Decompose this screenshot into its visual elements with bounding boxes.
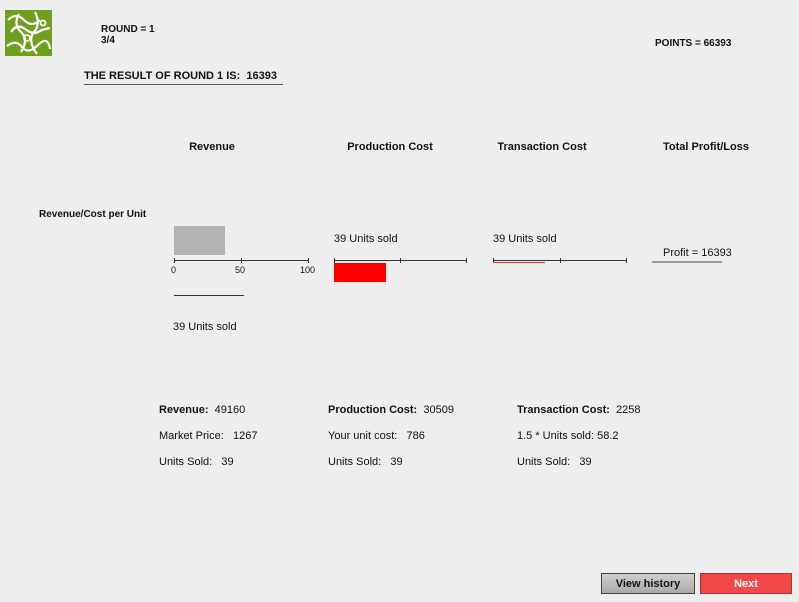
puzzle-logo-icon [5, 10, 52, 56]
summary-formula: 1.5 * Units sold: 58.2 [517, 430, 619, 442]
row-label-revenue-cost: Revenue/Cost per Unit [39, 209, 147, 220]
production-cost-bar [334, 263, 386, 282]
summary-production-units-label: Units Sold: [328, 456, 382, 468]
next-button[interactable]: Next [700, 573, 792, 594]
column-header-revenue: Revenue [189, 141, 235, 153]
transaction-units-sold-label: 39 Units sold [493, 233, 557, 245]
result-value: 16393 [246, 70, 277, 82]
profit-line [652, 261, 722, 263]
summary-unit-cost-label: Your unit cost: [328, 430, 398, 442]
app-logo [5, 10, 52, 56]
profit-label: Profit = 16393 [663, 247, 732, 259]
column-header-transaction-cost: Transaction Cost [497, 141, 587, 153]
production-axis-tick [400, 258, 401, 263]
result-title-text: THE RESULT OF ROUND 1 IS: [84, 70, 241, 82]
result-title: THE RESULT OF ROUND 1 IS: 16393 [84, 70, 283, 85]
summary-formula-label: 1.5 * Units sold: [517, 430, 595, 442]
summary-market-price-label: Market Price: [159, 430, 224, 442]
revenue-tick-label: 0 [171, 265, 177, 275]
summary-production-units-value: 39 [390, 456, 403, 468]
summary-transaction-cost: Transaction Cost: 2258 [517, 404, 641, 416]
summary-revenue-units: Units Sold: 39 [159, 456, 234, 468]
revenue-units-line [174, 295, 244, 296]
summary-revenue-label: Revenue: [159, 404, 209, 416]
round-label: ROUND = 1 [101, 24, 155, 35]
view-history-button[interactable]: View history [601, 573, 695, 594]
revenue-bar [174, 226, 225, 255]
summary-transaction-units: Units Sold: 39 [517, 456, 592, 468]
summary-market-price-value: 1267 [232, 430, 258, 442]
summary-production-value: 30509 [423, 404, 454, 416]
summary-revenue-units-label: Units Sold: [159, 456, 213, 468]
transaction-cost-line [493, 262, 545, 263]
revenue-axis-tick [308, 258, 309, 263]
summary-market-price: Market Price: 1267 [159, 430, 257, 442]
summary-formula-value: 58.2 [597, 430, 619, 442]
summary-transaction-units-value: 39 [579, 456, 592, 468]
production-units-sold-label: 39 Units sold [334, 233, 398, 245]
revenue-axis-tick [241, 258, 242, 263]
production-axis-tick [466, 258, 467, 263]
summary-transaction-label: Transaction Cost: [517, 404, 610, 416]
column-header-production-cost: Production Cost [347, 141, 433, 153]
summary-revenue-units-value: 39 [221, 456, 234, 468]
summary-transaction-value: 2258 [616, 404, 641, 416]
round-progress: 3/4 [101, 35, 115, 46]
transaction-axis-tick [626, 258, 627, 263]
summary-production-units: Units Sold: 39 [328, 456, 403, 468]
revenue-tick-label: 100 [300, 265, 316, 275]
summary-revenue: Revenue: 49160 [159, 404, 245, 416]
summary-unit-cost-value: 786 [406, 430, 425, 442]
summary-revenue-value: 49160 [214, 404, 246, 416]
summary-unit-cost: Your unit cost: 786 [328, 430, 425, 442]
summary-production-label: Production Cost: [328, 404, 418, 416]
revenue-units-sold-label: 39 Units sold [173, 321, 237, 333]
summary-production-cost: Production Cost: 30509 [328, 404, 454, 416]
revenue-tick-label: 50 [235, 265, 246, 275]
points-label: POINTS = 66393 [655, 38, 732, 49]
summary-transaction-units-label: Units Sold: [517, 456, 571, 468]
column-header-total-profit: Total Profit/Loss [663, 141, 749, 153]
transaction-axis-tick [560, 258, 561, 263]
revenue-axis-tick [174, 258, 175, 263]
